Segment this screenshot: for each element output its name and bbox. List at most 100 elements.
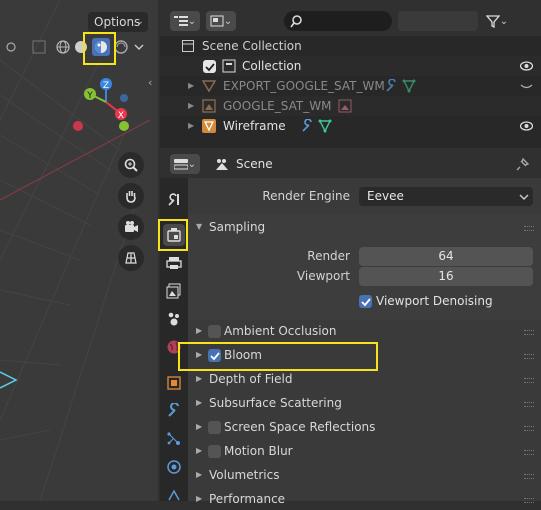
shading-toolbar (0, 37, 152, 57)
eye-icon[interactable] (520, 120, 533, 132)
expand-arrow-icon[interactable]: ▶ (188, 96, 194, 116)
panel-header-volumetrics[interactable]: ▶ Volumetrics (194, 464, 534, 486)
axis-x-label: X (118, 111, 124, 121)
outliner-header: ⌄ ⌄ ⌄ (160, 0, 541, 36)
check-icon (360, 297, 371, 306)
camera-view-icon[interactable] (118, 214, 144, 240)
panel-title-ambient-occlusion: Ambient Occlusion (224, 324, 337, 338)
image-object-icon (202, 99, 216, 113)
navigation-gizmo[interactable]: Z Y X (66, 74, 146, 138)
zoom-icon[interactable] (118, 152, 144, 178)
pan-hand-icon[interactable] (118, 183, 144, 209)
chevron-down-icon: ⌄ (187, 158, 197, 170)
outliner-row-google-sat-wm[interactable]: ▶ GOOGLE_SAT_WM (160, 96, 541, 116)
drag-grip-icon[interactable] (524, 330, 534, 335)
render-engine-value: Eevee (367, 189, 404, 203)
particles-icon (167, 432, 180, 445)
outliner-row-wireframe[interactable]: ▶ Wireframe (160, 116, 541, 136)
viewport-samples-field[interactable]: 16 (359, 267, 533, 286)
3d-viewport[interactable]: Options ⌄ Z Y X ‹ (0, 0, 158, 501)
tab-constraints[interactable] (163, 484, 185, 506)
drag-grip-icon[interactable] (524, 402, 534, 407)
wireframe-shading-icon[interactable] (54, 38, 72, 56)
chevron-down-icon: ⌄ (135, 16, 144, 27)
screen-space-reflections-checkbox[interactable] (208, 421, 221, 434)
view-filter-dropdown[interactable]: ⌄ (206, 11, 236, 31)
render-samples-field[interactable]: 64 (359, 247, 533, 266)
panel-title-motion-blur: Motion Blur (224, 444, 293, 458)
expand-arrow-icon: ▶ (196, 470, 203, 479)
collection-exclude-checkbox[interactable] (203, 60, 216, 73)
tab-scene[interactable] (163, 308, 185, 330)
drag-grip-icon[interactable] (524, 354, 534, 359)
object-cube-icon (167, 376, 181, 390)
chevron-down-icon: ⌄ (223, 15, 233, 27)
render-engine-dropdown[interactable]: Eevee (359, 187, 533, 206)
output-printer-icon (166, 257, 182, 269)
render-samples-value: 64 (438, 249, 454, 263)
highlight-box-render-tab (158, 219, 188, 251)
display-mode-dropdown[interactable]: ⌄ (170, 11, 200, 31)
tab-tool[interactable] (163, 188, 185, 210)
overlay-toggle-icon[interactable] (2, 38, 20, 56)
drag-grip-icon[interactable] (524, 378, 534, 383)
collection-box-icon (222, 59, 236, 73)
panel-title-performance: Performance (209, 492, 286, 506)
options-dropdown[interactable]: Options ⌄ (88, 12, 148, 32)
sidebar-collapse-icon[interactable]: ‹ (148, 76, 152, 89)
panel-header-motion-blur[interactable]: ▶ Motion Blur (194, 440, 534, 462)
options-label: Options (94, 15, 141, 29)
ambient-occlusion-checkbox[interactable] (208, 325, 221, 338)
drag-grip-icon[interactable] (524, 226, 534, 231)
drag-grip-icon[interactable] (524, 426, 534, 431)
expand-arrow-icon: ▶ (196, 326, 203, 335)
perspective-grid-icon[interactable] (118, 245, 144, 271)
filter-funnel-icon (485, 15, 500, 28)
modifier-wrench-icon (168, 403, 179, 417)
outliner-extra-dropdown[interactable] (398, 11, 478, 31)
wrench-modifier-icon (386, 79, 396, 92)
tab-output[interactable] (163, 252, 185, 274)
viewport-denoising-checkbox[interactable] (359, 295, 372, 308)
eye-icon[interactable] (520, 60, 533, 72)
panel-header-subsurface-scattering[interactable]: ▶ Subsurface Scattering (194, 392, 534, 414)
expand-arrow-icon[interactable]: ▶ (188, 116, 194, 136)
expand-arrow-icon: ▶ (196, 446, 203, 455)
tab-view-layer[interactable] (163, 280, 185, 302)
tab-physics[interactable] (163, 456, 185, 478)
outliner-label: Wireframe (223, 119, 286, 133)
expand-arrow-icon: ▶ (196, 374, 203, 383)
panel-header-ambient-occlusion[interactable]: ▶ Ambient Occlusion (194, 320, 534, 342)
panel-header-screen-space-reflections[interactable]: ▶ Screen Space Reflections (194, 416, 534, 438)
eye-hidden-icon[interactable] (520, 80, 533, 92)
tab-object[interactable] (163, 372, 185, 394)
chevron-down-icon: ⌄ (499, 15, 509, 27)
view-layer-icon (166, 283, 181, 299)
editor-type-dropdown[interactable]: ⌄ (170, 154, 200, 174)
panel-header-performance[interactable]: ▶ Performance (194, 488, 534, 510)
motion-blur-checkbox[interactable] (208, 445, 221, 458)
drag-grip-icon[interactable] (524, 450, 534, 455)
shading-options-chevron-icon[interactable] (130, 38, 148, 56)
outliner-row-scene-collection[interactable]: Scene Collection (160, 36, 541, 56)
properties-context-title: Scene (236, 157, 273, 171)
drag-grip-icon[interactable] (524, 474, 534, 479)
outliner-row-export-google-sat-wm[interactable]: ▶ EXPORT_GOOGLE_SAT_WM (160, 76, 541, 96)
search-icon (290, 15, 302, 28)
expand-arrow-icon[interactable]: ▶ (188, 76, 194, 96)
properties-header: ⌄ Scene (160, 150, 541, 178)
panel-header-depth-of-field[interactable]: ▶ Depth of Field (194, 368, 534, 390)
highlight-box-shading (83, 32, 116, 65)
viewport-samples-label: Viewport (296, 269, 350, 283)
tab-particles[interactable] (163, 428, 185, 450)
scene-icon (216, 159, 228, 170)
filter-dropdown[interactable]: ⌄ (478, 11, 516, 31)
pin-icon[interactable] (516, 157, 530, 171)
tab-modifiers[interactable] (163, 400, 185, 422)
outliner-search-input[interactable] (284, 11, 392, 31)
xray-toggle-icon[interactable] (30, 38, 48, 56)
outliner-row-collection[interactable]: Collection (160, 56, 541, 76)
expand-arrow-icon: ▶ (196, 494, 203, 503)
panel-header-sampling[interactable]: ▼ Sampling (194, 216, 534, 238)
expand-arrow-icon: ▶ (196, 398, 203, 407)
